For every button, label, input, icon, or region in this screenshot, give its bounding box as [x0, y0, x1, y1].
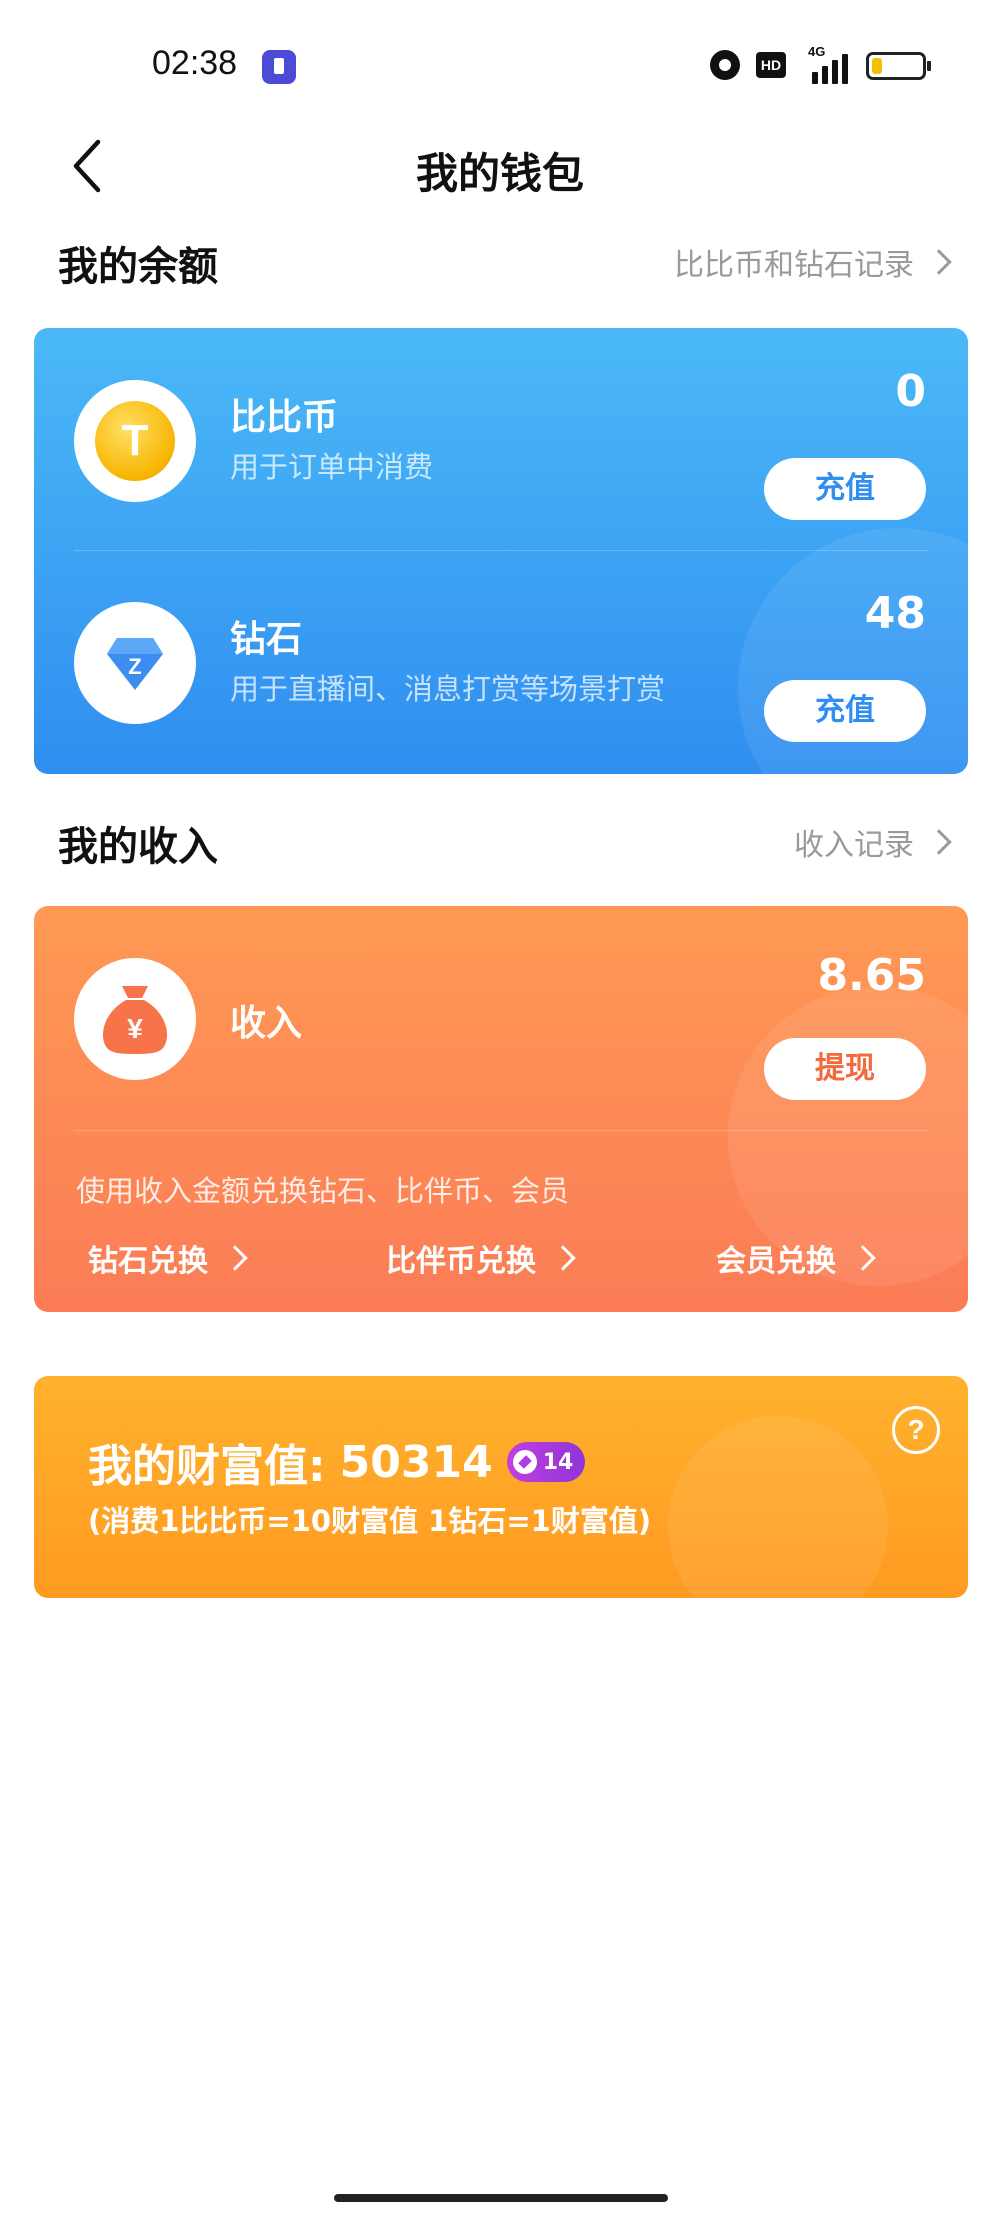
chevron-right-icon: [850, 1245, 876, 1271]
vip-exchange-label: 会员兑换: [716, 1244, 836, 1279]
battery-level: [872, 58, 882, 74]
page-title: 我的钱包: [415, 149, 584, 198]
battery-icon: [866, 52, 931, 80]
coin-recharge-button[interactable]: 充值: [764, 458, 926, 520]
diamond-icon: Z: [107, 638, 163, 690]
diamond-recharge-button[interactable]: 充值: [764, 680, 926, 742]
diamond-title: 钻石: [230, 619, 303, 660]
diamond-subtitle: 用于直播间、消息打赏等场景打赏: [230, 672, 666, 706]
wealth-level-badge: 14: [506, 1442, 586, 1482]
bibanbi-exchange-link[interactable]: 比伴币兑换: [386, 1236, 578, 1280]
income-section-title: 我的收入: [58, 824, 218, 870]
balance-section-title: 我的余额: [58, 244, 218, 290]
flashlight-app-icon: [262, 50, 296, 84]
network-type-label: 4G: [808, 44, 826, 59]
withdraw-button[interactable]: 提现: [764, 1038, 926, 1100]
status-time: 02:38: [152, 44, 238, 82]
coin-subtitle: 用于订单中消费: [230, 450, 434, 484]
diamond-exchange-label: 钻石兑换: [88, 1244, 208, 1279]
card-decoration: [668, 1416, 888, 1598]
income-records-link[interactable]: 收入记录: [794, 820, 954, 864]
coin-icon-wrap: T: [74, 380, 196, 502]
wealth-line: 我的财富值: 50314 14: [88, 1430, 586, 1494]
vip-exchange-link[interactable]: 会员兑换: [716, 1236, 878, 1280]
balance-card: T 比比币 用于订单中消费 0 充值 Z 钻石 用于直播间、消息打赏等场景打赏 …: [34, 328, 968, 774]
income-card: ¥ 收入 8.65 提现 使用收入金额兑换钻石、比伴币、会员 钻石兑换 比伴币兑…: [34, 906, 968, 1312]
wealth-value: 50314: [339, 1436, 493, 1488]
wealth-level: 14: [542, 1449, 574, 1475]
money-bag-icon-wrap: ¥: [74, 958, 196, 1080]
wealth-label: 我的财富值:: [88, 1441, 326, 1492]
diamond-glyph: Z: [128, 654, 141, 679]
bibanbi-exchange-label: 比伴币兑换: [386, 1244, 536, 1279]
alarm-icon: [710, 50, 740, 80]
balance-divider: [74, 550, 928, 551]
diamond-amount: 48: [864, 588, 926, 639]
home-indicator: [334, 2194, 668, 2202]
hd-icon: HD: [756, 52, 786, 78]
income-records-label: 收入记录: [794, 828, 914, 863]
income-exchange-note: 使用收入金额兑换钻石、比伴币、会员: [76, 1174, 570, 1208]
chevron-right-icon: [926, 249, 952, 275]
status-bar: 02:38 HD 4G: [0, 0, 1000, 130]
chevron-right-icon: [550, 1245, 576, 1271]
balance-records-label: 比比币和钻石记录: [674, 248, 914, 283]
income-amount: 8.65: [817, 950, 926, 1001]
coin-amount: 0: [895, 366, 926, 417]
chevron-right-icon: [926, 829, 952, 855]
chevron-right-icon: [222, 1245, 248, 1271]
wealth-card: 我的财富值: 50314 14 (消费1比比币=10财富值 1钻石=1财富值) …: [34, 1376, 968, 1598]
help-icon[interactable]: ?: [892, 1406, 940, 1454]
income-title: 收入: [230, 1003, 303, 1044]
diamond-exchange-link[interactable]: 钻石兑换: [88, 1236, 250, 1280]
coin-title: 比比币: [230, 397, 339, 438]
gem-icon: [512, 1450, 537, 1474]
income-divider: [74, 1130, 928, 1131]
money-bag-glyph: ¥: [127, 1013, 143, 1044]
diamond-icon-wrap: Z: [74, 602, 196, 724]
wealth-note: (消费1比比币=10财富值 1钻石=1财富值): [88, 1504, 652, 1538]
money-bag-icon: ¥: [102, 986, 168, 1054]
balance-records-link[interactable]: 比比币和钻石记录: [674, 240, 954, 284]
coin-icon: T: [95, 401, 175, 481]
signal-icon: 4G: [806, 44, 852, 84]
